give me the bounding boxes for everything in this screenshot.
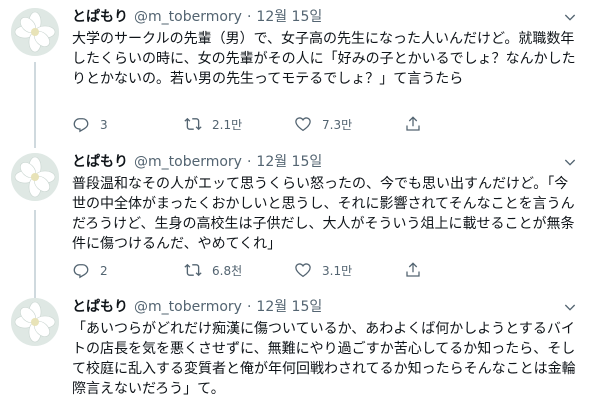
tweet-text: 「あいつらがどれだけ痴漢に傷ついているか、あわよくば何かしようとするバイトの店長…	[72, 321, 576, 397]
separator-dot: ·	[246, 299, 252, 315]
like-count: 7.3만	[322, 118, 353, 132]
avatar[interactable]	[11, 8, 59, 56]
reply-button[interactable]: 2	[72, 261, 108, 281]
author-name[interactable]: とぱもり	[72, 298, 128, 316]
avatar[interactable]	[11, 153, 59, 201]
retweet-icon	[184, 115, 202, 136]
reply-icon	[72, 261, 90, 282]
author-handle[interactable]: @m_tobermory	[134, 8, 242, 26]
retweet-button[interactable]: 2.1만	[184, 115, 242, 135]
tweet[interactable]: とぱもり @m_tobermory · 12월 15일 「あいつらがどれだけ痴漢…	[0, 298, 591, 402]
author-name[interactable]: とぱもり	[72, 8, 128, 26]
reply-button[interactable]: 3	[72, 115, 108, 135]
reply-count: 3	[100, 118, 108, 132]
author-handle[interactable]: @m_tobermory	[134, 298, 242, 316]
tweet-date[interactable]: 12월 15일	[256, 8, 322, 26]
reply-icon	[72, 115, 90, 136]
author-handle[interactable]: @m_tobermory	[134, 153, 242, 171]
share-icon	[404, 115, 422, 136]
share-button[interactable]	[404, 261, 422, 281]
retweet-count: 6.8천	[212, 264, 243, 278]
heart-icon	[294, 261, 312, 282]
share-button[interactable]	[404, 115, 422, 135]
retweet-button[interactable]: 6.8천	[184, 261, 242, 281]
separator-dot: ·	[246, 9, 252, 25]
chevron-down-icon[interactable]	[561, 8, 579, 26]
chevron-down-icon[interactable]	[561, 298, 579, 316]
avatar[interactable]	[11, 298, 59, 346]
tweet-actions: 3 2.1만 7.3만	[72, 115, 512, 135]
heart-icon	[294, 115, 312, 136]
tweet-text: 普段温和なその人がエッて思うくらい怒ったの、今でも思い出すんだけど。「今世の中全…	[72, 176, 575, 252]
tweet[interactable]: とぱもり @m_tobermory · 12월 15일 普段温和なその人がエッて…	[0, 153, 591, 298]
like-button[interactable]: 7.3만	[294, 115, 352, 135]
reply-count: 2	[100, 264, 108, 278]
like-button[interactable]: 3.1만	[294, 261, 352, 281]
tweet[interactable]: とぱもり @m_tobermory · 12월 15일 大学のサークルの先輩（男…	[0, 8, 591, 153]
retweet-count: 2.1만	[212, 118, 243, 132]
tweet-text: 大学のサークルの先輩（男）で、女子高の先生になった人いんだけど。就職数年したくら…	[72, 31, 576, 87]
tweet-date[interactable]: 12월 15일	[256, 298, 322, 316]
retweet-icon	[184, 261, 202, 282]
tweet-actions: 2 6.8천 3.1만	[72, 261, 512, 281]
chevron-down-icon[interactable]	[561, 153, 579, 171]
separator-dot: ·	[246, 154, 252, 170]
share-icon	[404, 261, 422, 282]
tweet-date[interactable]: 12월 15일	[256, 153, 322, 171]
author-name[interactable]: とぱもり	[72, 153, 128, 171]
like-count: 3.1만	[322, 264, 353, 278]
